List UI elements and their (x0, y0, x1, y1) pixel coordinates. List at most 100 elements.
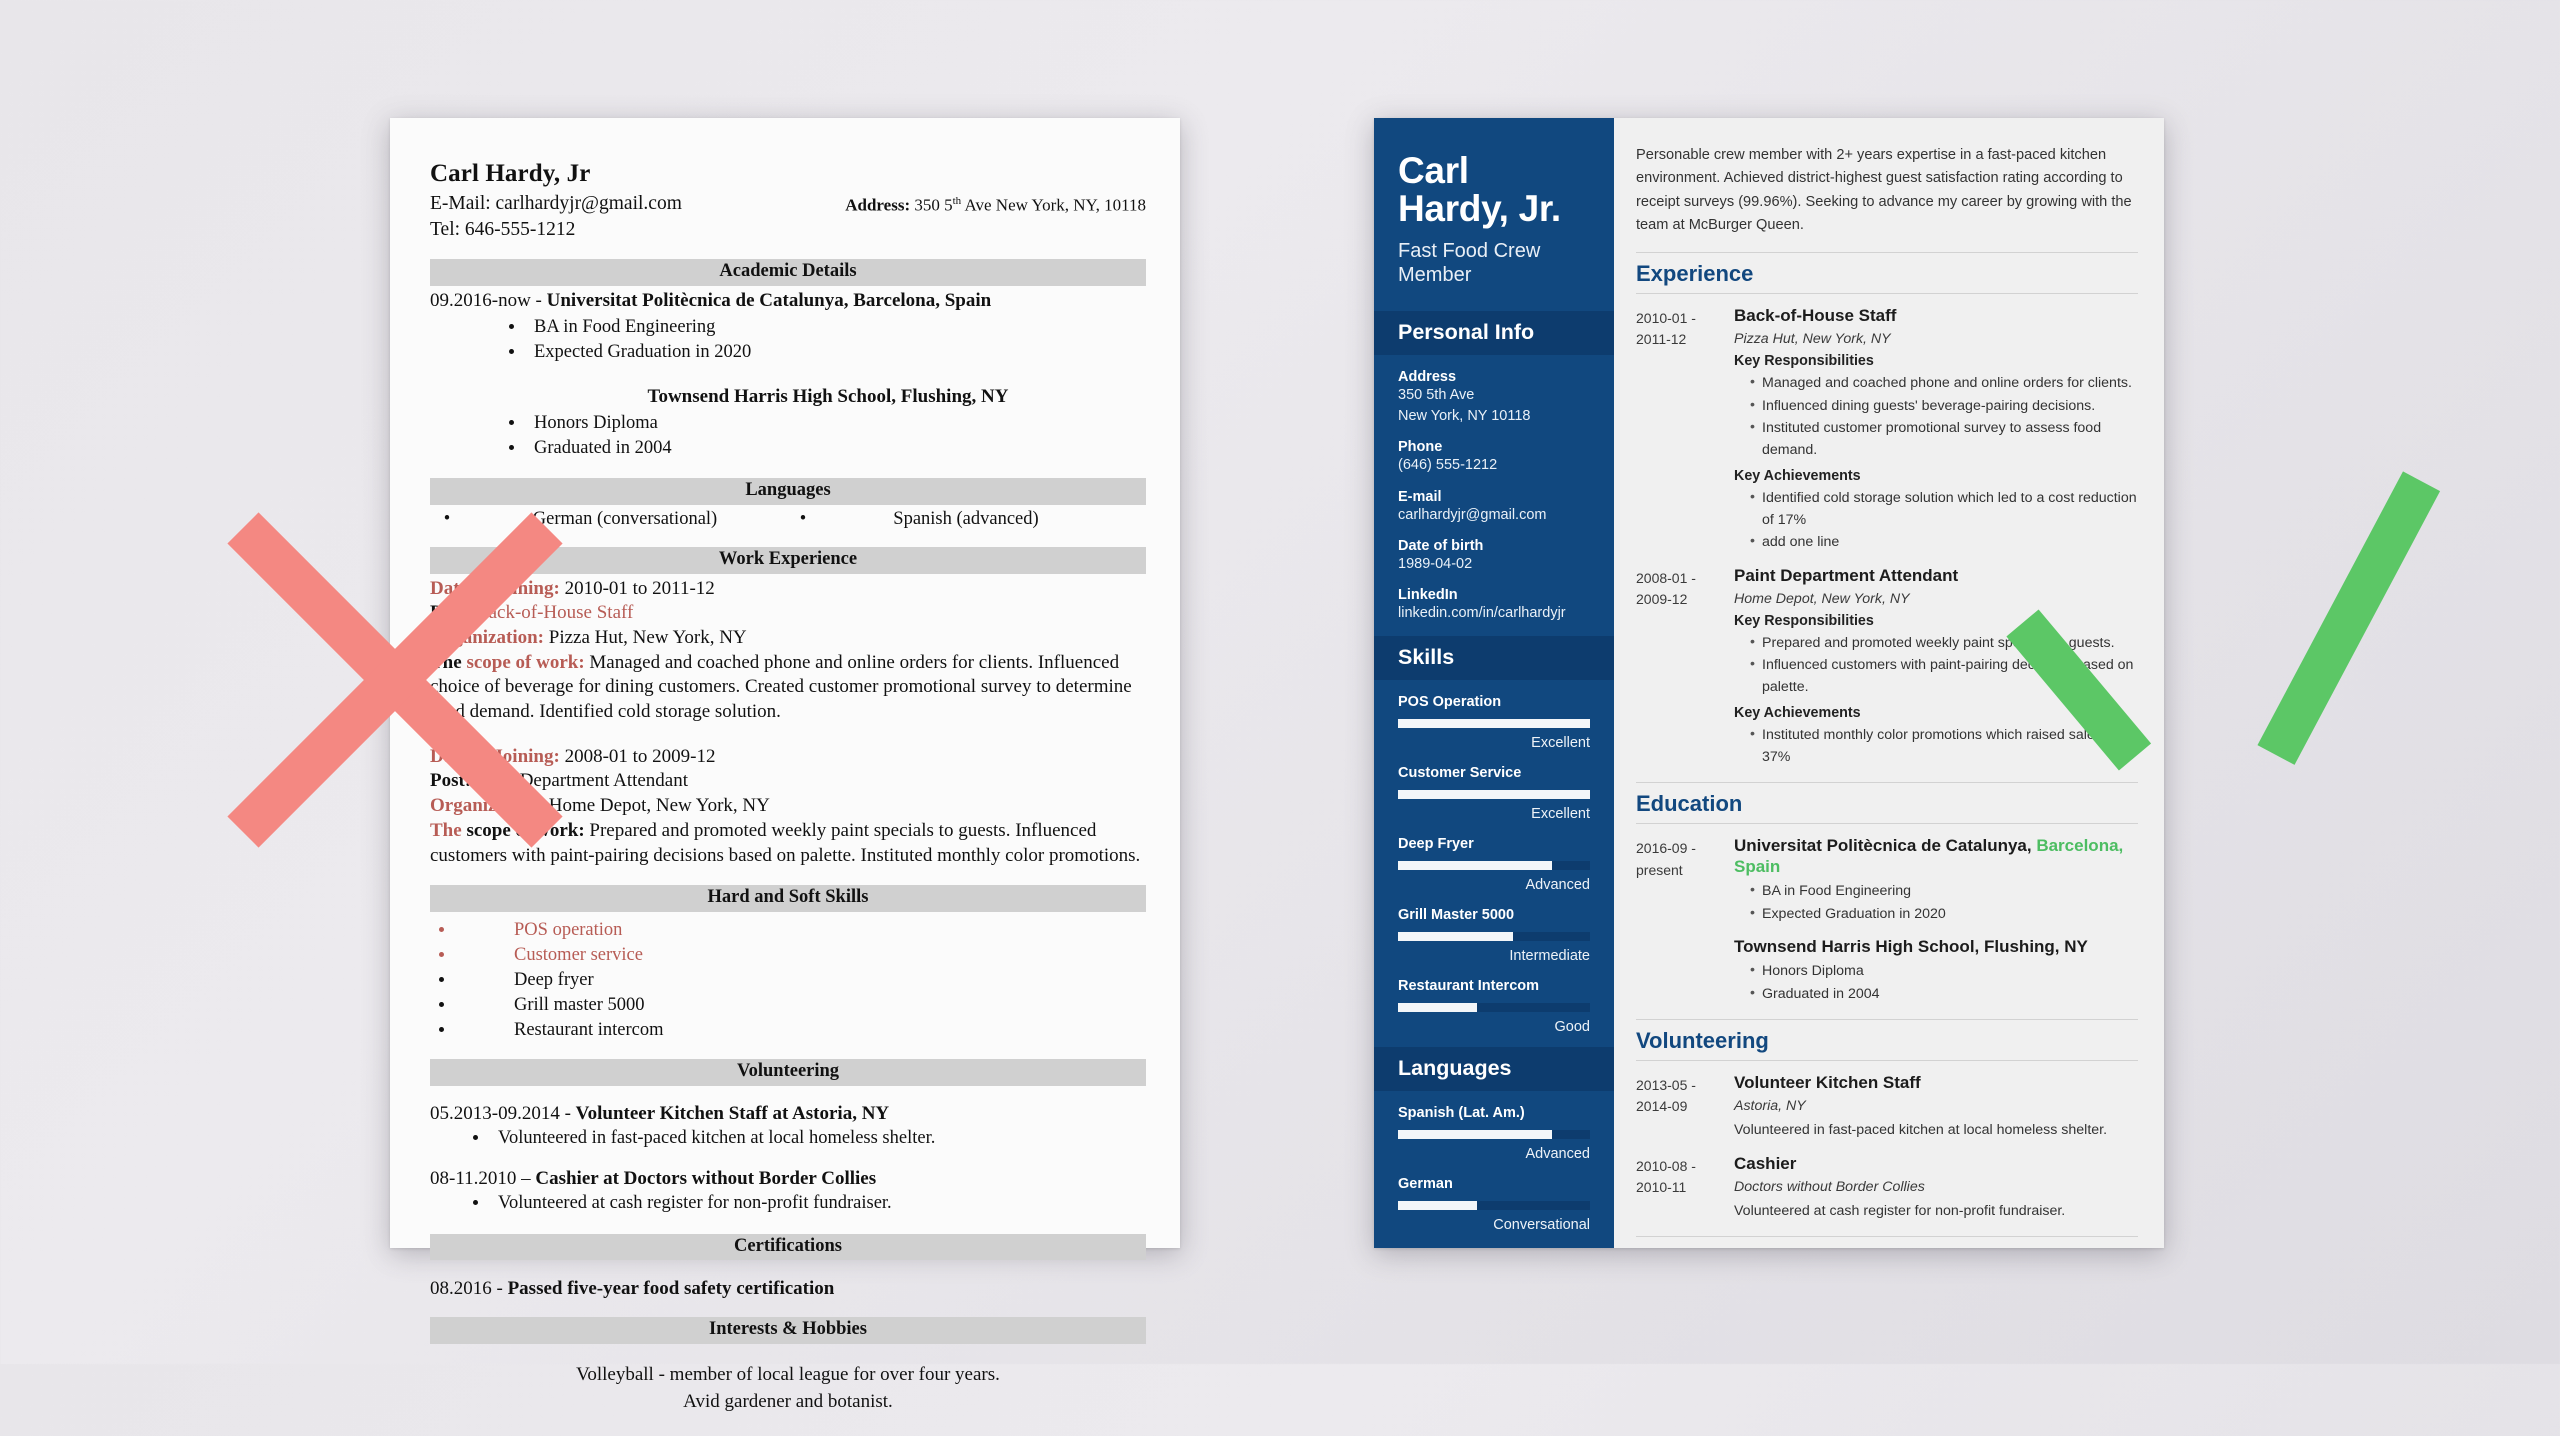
progress-fill (1398, 861, 1552, 871)
good-skill-1-name: Customer Service (1398, 765, 1522, 782)
list-item: Prepared and promoted weekly paint speci… (1750, 631, 2138, 654)
bad-languages-row: • German (conversational) • Spanish (adv… (430, 509, 1146, 530)
bad-work-0-doj-value: 2010-01 to 2011-12 (559, 577, 715, 599)
good-info-label-phone: Phone (1398, 439, 1443, 456)
good-language-0-name: Spanish (Lat. Am.) (1398, 1105, 1525, 1122)
good-volunteering-0-date: 2013-05 - 2014-09 (1636, 1076, 1696, 1115)
list-item: BA in Food Engineering (1750, 879, 2138, 902)
list-item: Graduated in 2004 (526, 436, 1146, 461)
good-volunteering-1-date: 2010-08 - 2010-11 (1636, 1157, 1696, 1195)
good-experience-0-resp-label: Key Responsibilities (1734, 353, 1874, 370)
good-section-experience: Experience (1636, 251, 2138, 295)
bad-interest-1: Avid gardener and botanist. (683, 1391, 893, 1413)
good-skill-3-level: Intermediate (1509, 948, 1590, 965)
bad-work-0-scope-label-a: The (430, 651, 467, 673)
bad-work-0-doj: Date of Joining: 2010-01 to 2011-12 (430, 577, 1146, 602)
bad-certification-text: Passed five-year food safety certificati… (507, 1278, 835, 1300)
good-summary: Personable crew member with 2+ years exp… (1636, 147, 2132, 234)
bad-academic-school1-name: Universitat Politècnica de Catalunya, Ba… (546, 290, 992, 312)
good-skill-4-bar (1398, 1003, 1590, 1013)
check-mark-long-stroke (2257, 471, 2441, 765)
bad-resume-address-sup: th (952, 195, 962, 207)
list-item: Honors Diploma (526, 411, 1146, 436)
good-info-value-dob: 1989-04-02 (1398, 555, 1473, 572)
bad-academic-school2: Townsend Harris High School, Flushing, N… (430, 385, 1146, 410)
good-experience-0-title: Back-of-House Staff (1734, 306, 1897, 326)
good-resume-document: Carl Hardy, Jr. Fast Food Crew Member Pe… (1374, 118, 2164, 1248)
list-item: Deep fryer (456, 968, 1146, 993)
list-item: Graduated in 2004 (1750, 982, 2138, 1005)
good-resume-name-line1: Carl (1398, 150, 1469, 191)
good-sidebar-languages-body: Spanish (Lat. Am.) Advanced German Conve… (1374, 1091, 1614, 1245)
good-skill-4-level: Good (1554, 1019, 1590, 1036)
good-experience-0-ach-label: Key Achievements (1734, 467, 1861, 484)
bad-academic-school1: 09.2016-now - Universitat Politècnica de… (430, 289, 1146, 314)
good-volunteering-1: 2010-08 - 2010-11 Cashier Doctors withou… (1636, 1154, 2138, 1223)
good-section-volunteering: Volunteering (1636, 1018, 2138, 1061)
bad-work-1-post-label: Post: (430, 770, 472, 792)
good-sidebar-personal-info-heading: Personal Info (1374, 311, 1614, 356)
good-skill-1-level: Excellent (1531, 806, 1590, 823)
bad-work-1-post: Post: Paint Department Attendant (430, 769, 1146, 794)
good-sidebar-skills-heading: Skills (1374, 636, 1614, 681)
bad-resume-document: Carl Hardy, Jr E-Mail: carlhardyjr@gmail… (390, 118, 1180, 1412)
good-resume-job-title: Fast Food Crew Member (1398, 239, 1541, 286)
bad-skills-list: POS operation Customer service Deep frye… (430, 918, 1146, 1042)
good-experience-1-achievements: Instituted monthly color promotions whic… (1734, 723, 2138, 769)
good-experience-0-achievements: Identified cold storage solution which l… (1734, 486, 2138, 554)
good-language-1-bar (1398, 1201, 1590, 1211)
bad-work-1-scope: The scope of work: Prepared and promoted… (430, 819, 1146, 868)
bad-volunteering-0: 05.2013-09.2014 - Volunteer Kitchen Staf… (430, 1103, 1146, 1125)
good-section-education: Education (1636, 782, 2138, 825)
bad-work-0-scope: The scope of work: Managed and coached p… (430, 651, 1146, 725)
list-item: BA in Food Engineering (526, 315, 1146, 340)
bad-work-0-org-value: Pizza Hut, New York, NY (544, 627, 747, 649)
good-volunteering-0-text: Volunteered in fast-paced kitchen at loc… (1734, 1122, 2108, 1139)
list-item: Instituted monthly color promotions whic… (1750, 723, 2138, 769)
good-skill-2-bar (1398, 861, 1590, 871)
good-skill-2-name: Deep Fryer (1398, 836, 1474, 853)
list-item: Restaurant intercom (456, 1018, 1146, 1043)
bad-resume-address-label: Address: (845, 195, 911, 215)
good-language-1-level: Conversational (1493, 1217, 1590, 1234)
bad-work-1-doj-label: Date of Joining: (430, 745, 560, 767)
list-item: Identified cold storage solution which l… (1750, 486, 2138, 532)
bad-volunteering-1: 08-11.2010 – Cashier at Doctors without … (430, 1168, 1146, 1190)
progress-fill (1398, 1130, 1552, 1140)
good-experience-0: 2010-01 - 2011-12 Back-of-House Staff Pi… (1636, 306, 2138, 553)
good-education-school1: Universitat Politècnica de Catalunya, Ba… (1734, 836, 2138, 877)
bad-work-0-post-value: Back-of-House Staff (471, 602, 634, 624)
bullet-icon: • (443, 508, 451, 529)
bad-resume-name: Carl Hardy, Jr (430, 160, 591, 187)
list-item: Volunteered in fast-paced kitchen at loc… (490, 1126, 1146, 1151)
bad-certification: 08.2016 - Passed five-year food safety c… (430, 1278, 1146, 1300)
bad-volunteering-1-bullets: Volunteered at cash register for non-pro… (430, 1191, 1146, 1216)
good-experience-1-org: Home Depot, New York, NY (1734, 590, 1910, 607)
good-info-value-linkedin: linkedin.com/in/carlhardyjr (1398, 604, 1566, 621)
good-resume-main: Personable crew member with 2+ years exp… (1614, 118, 2164, 1248)
progress-fill (1398, 932, 1514, 942)
good-skill-3-name: Grill Master 5000 (1398, 907, 1515, 924)
bad-work-1-scope-label-b: scope of work: (466, 819, 585, 841)
good-info-label-email: E-mail (1398, 488, 1442, 505)
list-item: Managed and coached phone and online ord… (1750, 371, 2138, 394)
good-volunteering-0-org: Astoria, NY (1734, 1098, 1806, 1115)
good-experience-1-ach-label: Key Achievements (1734, 704, 1861, 721)
bad-resume-email: E-Mail: carlhardyjr@gmail.com (430, 192, 682, 214)
bad-interest-0: Volleyball - member of local league for … (576, 1364, 1000, 1386)
good-experience-1-resp-label: Key Responsibilities (1734, 612, 1874, 629)
bad-section-interests: Interests & Hobbies (430, 1317, 1146, 1345)
good-section-certifications: Certifications (1636, 1236, 2138, 1248)
bad-language-german: German (conversational) (532, 508, 718, 529)
good-experience-1-responsibilities: Prepared and promoted weekly paint speci… (1734, 631, 2138, 699)
bad-work-1-scope-label-a: The (430, 819, 467, 841)
bad-section-certifications: Certifications (430, 1233, 1146, 1261)
good-skill-1-bar (1398, 790, 1590, 800)
list-item: Honors Diploma (1750, 959, 2138, 982)
bad-work-0-post: Post: Back-of-House Staff (430, 601, 1146, 626)
good-info-value-phone: (646) 555-1212 (1398, 457, 1498, 474)
good-resume-sidebar: Carl Hardy, Jr. Fast Food Crew Member Pe… (1374, 118, 1614, 1248)
bad-work-1-org-value: Home Depot, New York, NY (544, 795, 770, 817)
